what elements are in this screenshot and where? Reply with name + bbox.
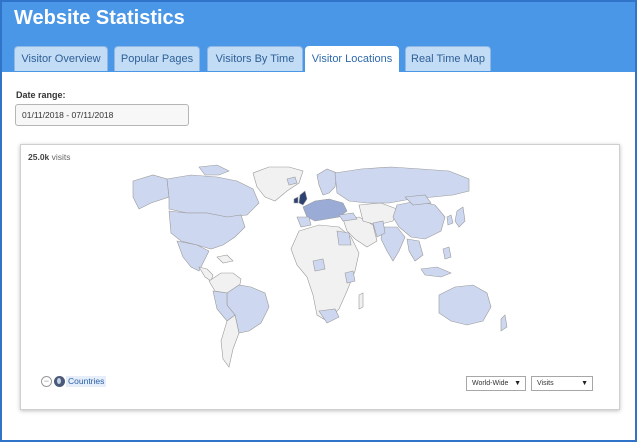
tab-popular-pages[interactable]: Popular Pages bbox=[114, 46, 200, 71]
map-region-south-africa[interactable] bbox=[318, 308, 340, 324]
map-region-southeast-asia[interactable] bbox=[406, 238, 424, 262]
tab-real-time-map[interactable]: Real Time Map bbox=[405, 46, 491, 71]
map-region-canada-islands[interactable] bbox=[198, 164, 230, 176]
countries-link[interactable]: Countries bbox=[66, 376, 107, 387]
chevron-down-icon: ▼ bbox=[581, 380, 588, 387]
map-region-greenland[interactable] bbox=[252, 166, 304, 202]
map-region-uk[interactable] bbox=[298, 190, 308, 206]
map-region-new-zealand[interactable] bbox=[500, 314, 508, 332]
map-region-kenya[interactable] bbox=[344, 270, 356, 284]
map-region-indonesia[interactable] bbox=[420, 266, 452, 278]
map-region-alaska[interactable] bbox=[132, 174, 170, 210]
map-region-nigeria[interactable] bbox=[312, 258, 326, 272]
app-window: Website Statistics Visitor Overview Popu… bbox=[0, 0, 637, 442]
map-region-egypt[interactable] bbox=[336, 230, 352, 246]
tab-visitor-overview[interactable]: Visitor Overview bbox=[14, 46, 108, 71]
metric-select-value: Visits bbox=[537, 380, 554, 387]
date-range-label: Date range: bbox=[16, 90, 66, 100]
map-region-ireland[interactable] bbox=[293, 196, 299, 204]
chevron-down-icon: ▼ bbox=[514, 380, 521, 387]
map-region-europe[interactable] bbox=[302, 198, 348, 222]
page-title: Website Statistics bbox=[14, 7, 185, 29]
zoom-out-icon[interactable]: − bbox=[41, 376, 52, 387]
date-range-input[interactable]: 01/11/2018 - 07/11/2018 bbox=[15, 104, 189, 126]
metric-select[interactable]: Visits ▼ bbox=[531, 376, 593, 391]
map-region-iberia[interactable] bbox=[296, 216, 312, 228]
map-region-central-america[interactable] bbox=[198, 266, 214, 282]
visitor-map-panel: 25.0k visits − Countries World-Wide ▼ Vi… bbox=[20, 144, 620, 410]
tab-visitor-locations[interactable]: Visitor Locations bbox=[305, 46, 399, 72]
map-region-caribbean[interactable] bbox=[216, 254, 234, 264]
map-region-philippines[interactable] bbox=[442, 246, 452, 260]
map-region-argentina[interactable] bbox=[220, 314, 240, 368]
map-region-canada[interactable] bbox=[166, 174, 260, 218]
map-region-scandinavia[interactable] bbox=[316, 168, 338, 196]
map-region-australia[interactable] bbox=[438, 284, 492, 326]
map-region-madagascar[interactable] bbox=[358, 292, 364, 310]
map-region-japan[interactable] bbox=[454, 206, 466, 228]
tab-visitors-by-time[interactable]: Visitors By Time bbox=[207, 46, 303, 71]
map-region-russia[interactable] bbox=[334, 166, 470, 204]
map-region-korea[interactable] bbox=[446, 214, 454, 226]
globe-icon[interactable] bbox=[54, 376, 65, 387]
region-select-value: World-Wide bbox=[472, 380, 509, 387]
region-select[interactable]: World-Wide ▼ bbox=[466, 376, 526, 391]
header-bar: Website Statistics Visitor Overview Popu… bbox=[2, 2, 635, 72]
world-map[interactable] bbox=[21, 145, 621, 411]
